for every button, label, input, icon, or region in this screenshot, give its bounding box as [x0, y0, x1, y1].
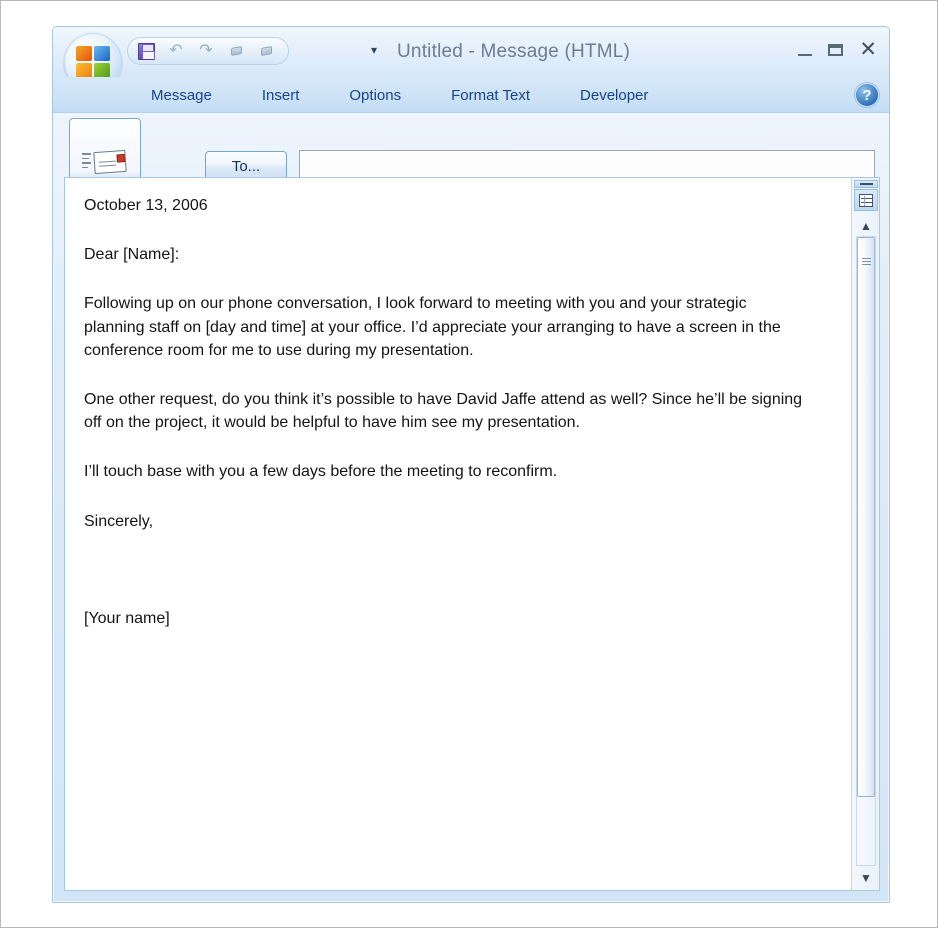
body-signature: [Your name] — [84, 609, 170, 627]
redo-icon[interactable]: ↷ — [194, 40, 218, 62]
minimize-button[interactable] — [798, 53, 813, 56]
body-paragraph-3: I’ll touch base with you a few days befo… — [84, 463, 558, 481]
customize-quick-access-icon[interactable]: ▾ — [371, 44, 377, 56]
ribbon-tab-strip: Message Insert Options Format Text Devel… — [53, 77, 889, 113]
scroll-down-button[interactable]: ▼ — [855, 868, 877, 888]
scrollbar-track[interactable] — [856, 236, 876, 866]
body-paragraph-1: Following up on our phone conversation, … — [84, 295, 781, 359]
tab-format-text[interactable]: Format Text — [439, 83, 542, 108]
title-bar: ↶ ↷ ▾ Untitled - Message (HTML) ✕ — [53, 27, 889, 91]
body-scrollbar[interactable]: ▲ ▼ — [851, 178, 879, 890]
scrollbar-thumb[interactable] — [857, 237, 875, 797]
window-controls: ✕ — [798, 39, 877, 60]
scroll-down-icon: ▼ — [860, 871, 872, 885]
scroll-up-button[interactable]: ▲ — [855, 216, 877, 236]
message-body-area[interactable]: October 13, 2006 Dear [Name]: Following … — [64, 177, 880, 891]
body-salutation: Dear [Name]: — [84, 246, 180, 264]
window-title: Untitled - Message (HTML) — [397, 41, 631, 62]
body-closing: Sincerely, — [84, 512, 154, 530]
split-window-handle[interactable] — [854, 180, 878, 188]
tab-developer[interactable]: Developer — [568, 83, 660, 108]
tab-insert[interactable]: Insert — [250, 83, 312, 108]
screenshot-canvas: ↶ ↷ ▾ Untitled - Message (HTML) ✕ Messag… — [0, 0, 938, 928]
view-ruler-icon[interactable] — [854, 189, 878, 211]
body-date: October 13, 2006 — [84, 197, 208, 214]
tab-message[interactable]: Message — [139, 83, 224, 108]
close-button[interactable]: ✕ — [859, 39, 877, 60]
envelope-icon — [82, 145, 128, 179]
tab-options[interactable]: Options — [337, 83, 413, 108]
maximize-button[interactable] — [828, 43, 844, 56]
office-logo-icon — [76, 46, 110, 78]
help-icon[interactable]: ? — [855, 83, 879, 107]
scroll-up-icon: ▲ — [860, 219, 872, 233]
save-icon[interactable] — [134, 40, 158, 62]
quick-access-toolbar: ↶ ↷ — [127, 37, 289, 65]
next-item-icon[interactable] — [254, 40, 278, 62]
body-paragraph-2: One other request, do you think it’s pos… — [84, 390, 803, 432]
previous-item-icon[interactable] — [224, 40, 248, 62]
undo-icon[interactable]: ↶ — [164, 40, 188, 62]
message-body-text: October 13, 2006 Dear [Name]: Following … — [84, 194, 806, 656]
outlook-compose-window: ↶ ↷ ▾ Untitled - Message (HTML) ✕ Messag… — [52, 26, 890, 903]
scrollbar-grip-icon — [862, 258, 871, 267]
